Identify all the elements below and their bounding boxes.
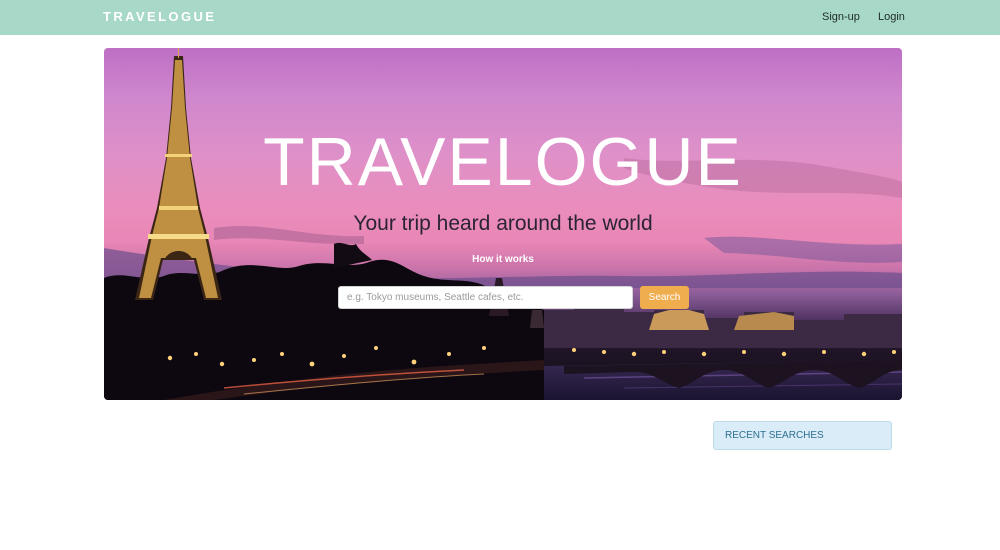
login-link[interactable]: Login bbox=[878, 10, 905, 24]
recent-searches-panel: RECENT SEARCHES bbox=[713, 421, 892, 450]
recent-searches-title: RECENT SEARCHES bbox=[725, 430, 824, 441]
hero-tagline: Your trip heard around the world bbox=[353, 212, 653, 235]
hero-title: TRAVELOGUE bbox=[263, 124, 743, 200]
hero-banner: TRAVELOGUE Your trip heard around the wo… bbox=[104, 48, 902, 400]
signup-link[interactable]: Sign-up bbox=[822, 10, 860, 24]
top-navbar: TRAVELOGUE Sign-up Login bbox=[0, 0, 1000, 35]
search-button[interactable]: Search bbox=[640, 286, 689, 309]
how-it-works-container: How it works bbox=[104, 254, 902, 266]
how-it-works-link[interactable]: How it works bbox=[472, 254, 534, 265]
search-input[interactable] bbox=[338, 286, 633, 309]
brand-logo[interactable]: TRAVELOGUE bbox=[103, 9, 216, 25]
